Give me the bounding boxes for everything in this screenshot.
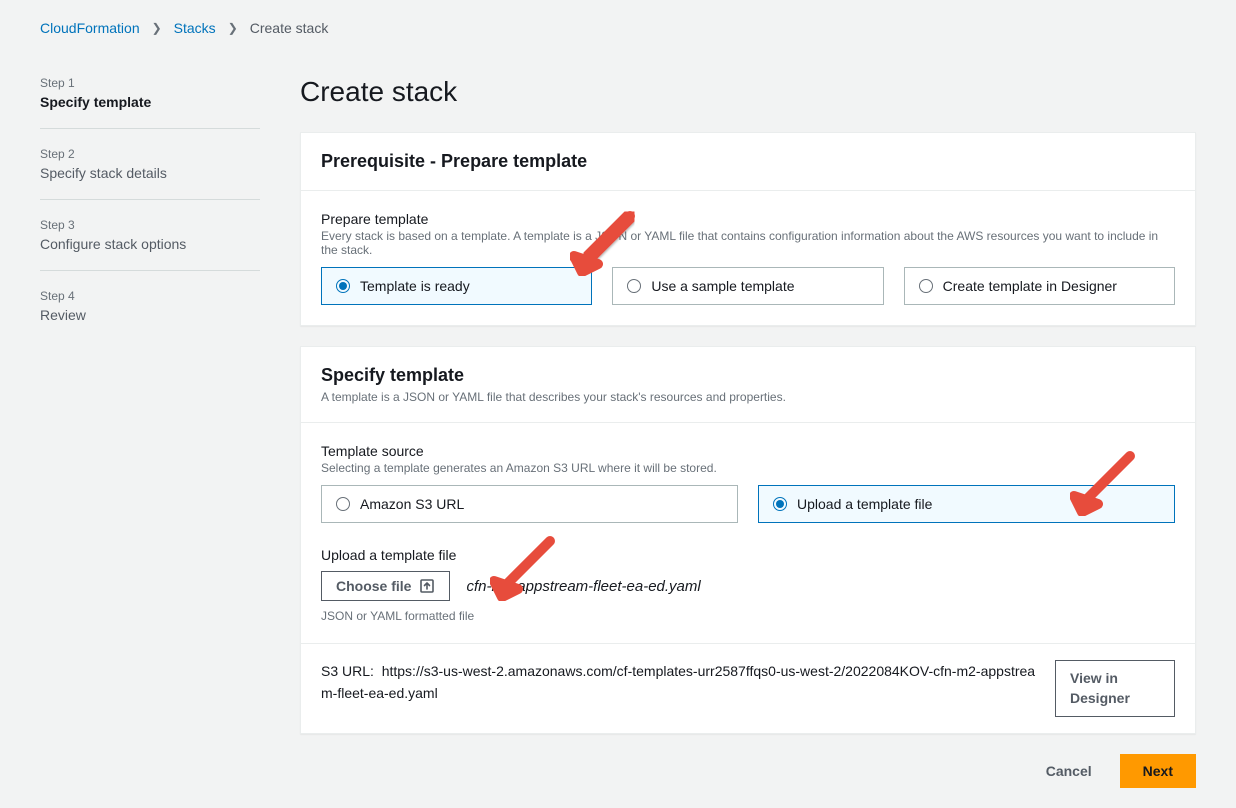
view-in-designer-button[interactable]: View in Designer	[1055, 660, 1175, 717]
step-number: Step 4	[40, 289, 260, 303]
choose-file-label: Choose file	[336, 578, 411, 594]
step-name: Specify stack details	[40, 165, 260, 181]
wizard-step-3[interactable]: Step 3 Configure stack options	[40, 218, 260, 271]
choose-file-button[interactable]: Choose file	[321, 571, 450, 601]
radio-icon	[773, 497, 787, 511]
radio-upload-template[interactable]: Upload a template file	[758, 485, 1175, 523]
breadcrumb: CloudFormation ❯ Stacks ❯ Create stack	[40, 20, 1196, 36]
radio-icon	[336, 497, 350, 511]
radio-template-ready[interactable]: Template is ready	[321, 267, 592, 305]
s3-url-text: S3 URL: https://s3-us-west-2.amazonaws.c…	[321, 660, 1039, 705]
wizard-step-1[interactable]: Step 1 Specify template	[40, 76, 260, 129]
breadcrumb-stacks[interactable]: Stacks	[174, 20, 216, 36]
radio-label: Template is ready	[360, 278, 470, 294]
template-source-label: Template source	[321, 443, 1175, 459]
radio-label: Create template in Designer	[943, 278, 1117, 294]
uploaded-file-name: cfn-m2-appstream-fleet-ea-ed.yaml	[466, 578, 700, 595]
wizard-step-2[interactable]: Step 2 Specify stack details	[40, 147, 260, 200]
radio-amazon-s3-url[interactable]: Amazon S3 URL	[321, 485, 738, 523]
step-name: Configure stack options	[40, 236, 260, 252]
main-content: Create stack Prerequisite - Prepare temp…	[300, 76, 1196, 788]
step-name: Review	[40, 307, 260, 323]
radio-create-designer[interactable]: Create template in Designer	[904, 267, 1175, 305]
prepare-template-desc: Every stack is based on a template. A te…	[321, 229, 1175, 257]
step-name: Specify template	[40, 94, 260, 110]
breadcrumb-cloudformation[interactable]: CloudFormation	[40, 20, 140, 36]
next-button[interactable]: Next	[1120, 754, 1196, 788]
file-format-hint: JSON or YAML formatted file	[321, 609, 1175, 623]
panel-title: Specify template	[321, 365, 1175, 386]
page-title: Create stack	[300, 76, 1196, 108]
specify-template-panel: Specify template A template is a JSON or…	[300, 346, 1196, 734]
wizard-step-4[interactable]: Step 4 Review	[40, 289, 260, 341]
step-number: Step 2	[40, 147, 260, 161]
s3-url-value: https://s3-us-west-2.amazonaws.com/cf-te…	[321, 663, 1035, 701]
wizard-actions: Cancel Next	[300, 754, 1196, 788]
radio-icon	[336, 279, 350, 293]
wizard-sidebar: Step 1 Specify template Step 2 Specify s…	[40, 76, 260, 788]
template-source-desc: Selecting a template generates an Amazon…	[321, 461, 1175, 475]
radio-icon	[627, 279, 641, 293]
chevron-right-icon: ❯	[152, 21, 162, 35]
upload-template-label: Upload a template file	[321, 547, 1175, 563]
cancel-button[interactable]: Cancel	[1034, 754, 1104, 788]
radio-label: Use a sample template	[651, 278, 794, 294]
breadcrumb-current: Create stack	[250, 20, 329, 36]
radio-icon	[919, 279, 933, 293]
radio-label: Amazon S3 URL	[360, 496, 464, 512]
step-number: Step 1	[40, 76, 260, 90]
prepare-template-label: Prepare template	[321, 211, 1175, 227]
upload-icon	[419, 578, 435, 594]
prerequisite-panel: Prerequisite - Prepare template Prepare …	[300, 132, 1196, 326]
radio-label: Upload a template file	[797, 496, 932, 512]
s3-url-label: S3 URL:	[321, 663, 374, 679]
radio-sample-template[interactable]: Use a sample template	[612, 267, 883, 305]
chevron-right-icon: ❯	[228, 21, 238, 35]
panel-desc: A template is a JSON or YAML file that d…	[321, 390, 1175, 404]
panel-title: Prerequisite - Prepare template	[321, 151, 1175, 172]
step-number: Step 3	[40, 218, 260, 232]
